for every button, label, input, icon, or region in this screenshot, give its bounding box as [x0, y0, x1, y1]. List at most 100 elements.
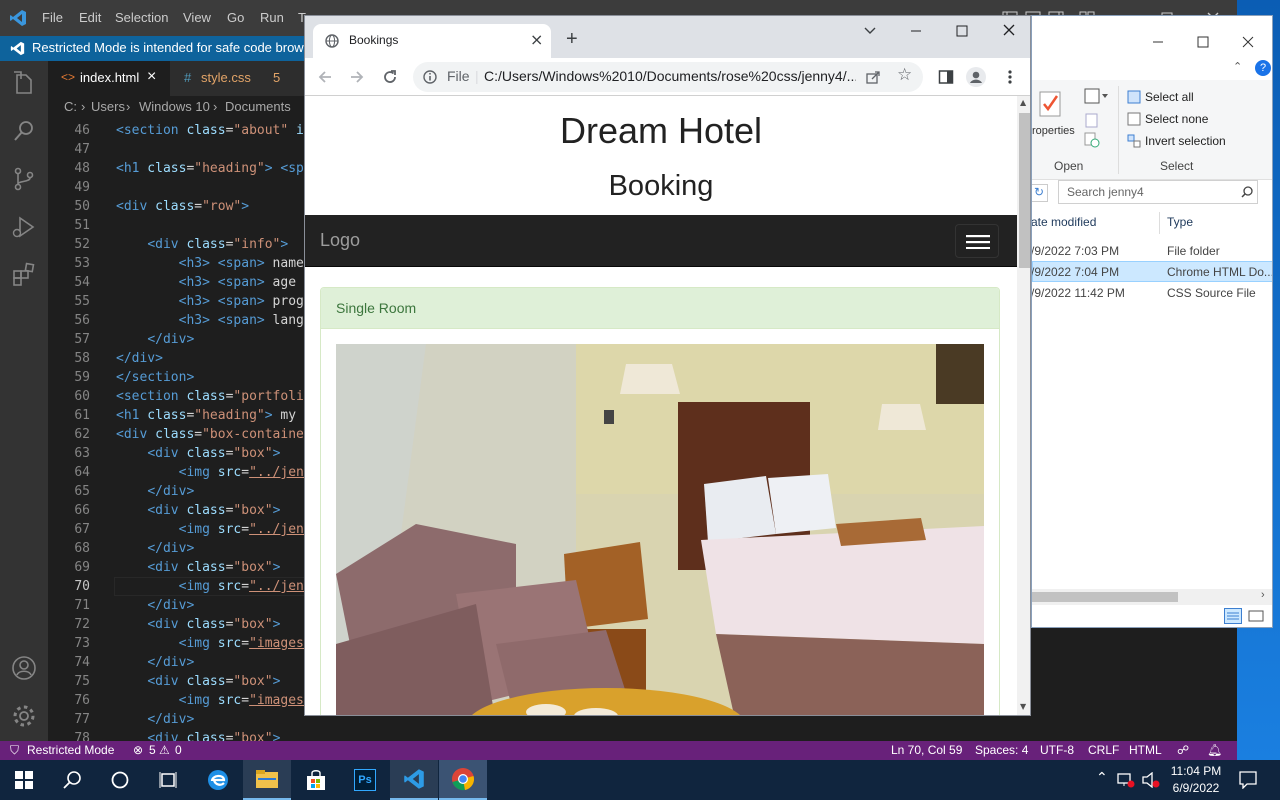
start-icon[interactable] — [0, 760, 48, 800]
navbar-toggle-button[interactable] — [955, 224, 999, 258]
clock-date[interactable]: 6/9/2022 — [1166, 781, 1226, 795]
tab-close-button[interactable]: × — [530, 30, 543, 49]
tab-style-css[interactable]: # style.css 5 — [170, 61, 310, 96]
menu-edit[interactable]: Edit — [79, 10, 101, 25]
open-icon[interactable] — [1084, 88, 1108, 106]
language-mode[interactable]: HTML — [1129, 743, 1162, 757]
menu-file[interactable]: File — [42, 10, 63, 25]
side-panel-icon[interactable] — [938, 69, 954, 85]
code-line[interactable]: <section class="portfolio — [116, 387, 312, 406]
code-line[interactable]: <div class="box"> — [116, 558, 280, 577]
profile-avatar-icon[interactable] — [966, 67, 986, 87]
code-line[interactable]: <img src="images/ — [116, 691, 312, 710]
properties-icon[interactable] — [1038, 90, 1062, 118]
chrome-icon[interactable] — [439, 760, 487, 800]
clock-time[interactable]: 11:04 PM — [1166, 764, 1226, 778]
show-hidden-icons[interactable]: ⌃ — [1096, 770, 1108, 786]
volume-muted-icon[interactable] — [1142, 772, 1160, 788]
code-line[interactable]: <h3> <span> age — [116, 273, 304, 292]
horizontal-scrollbar[interactable]: › — [1032, 589, 1272, 605]
refresh-icon[interactable]: ↻ — [1032, 184, 1048, 202]
code-line[interactable]: </section> — [116, 368, 194, 387]
close-icon[interactable] — [1242, 36, 1254, 48]
code-line[interactable]: <div class="box"> — [116, 501, 280, 520]
account-icon[interactable] — [11, 655, 37, 681]
maximize-icon[interactable] — [1197, 36, 1209, 48]
details-view-icon[interactable] — [1224, 608, 1242, 624]
file-explorer-icon[interactable] — [243, 760, 291, 800]
code-line[interactable]: <img src="../jenn — [116, 520, 312, 539]
settings-gear-icon[interactable] — [11, 703, 37, 729]
search-icon[interactable] — [48, 760, 96, 800]
select-all-icon[interactable] — [1127, 90, 1141, 104]
code-line[interactable]: <div class="box-container — [116, 425, 312, 444]
more-menu-icon[interactable] — [1007, 69, 1013, 85]
vscode-icon[interactable] — [390, 760, 438, 800]
restricted-mode-indicator[interactable]: Restricted Mode — [27, 743, 114, 757]
code-line[interactable]: <img src="../jenn — [116, 577, 312, 596]
code-line[interactable]: <div class="info"> — [116, 235, 288, 254]
menu-go[interactable]: Go — [227, 10, 244, 25]
network-icon[interactable] — [1117, 772, 1135, 788]
code-line[interactable]: <div class="row"> — [116, 197, 249, 216]
info-icon[interactable] — [423, 70, 437, 84]
menu-run[interactable]: Run — [260, 10, 284, 25]
new-tab-button[interactable]: + — [566, 28, 578, 51]
close-icon[interactable] — [1002, 23, 1016, 37]
search-icon[interactable] — [11, 118, 37, 144]
cursor-position[interactable]: Ln 70, Col 59 — [891, 743, 962, 757]
file-row[interactable]: /9/2022 11:42 PM CSS Source File — [1032, 282, 1272, 303]
code-line[interactable]: <section class="about" id — [116, 121, 312, 140]
column-date-modified[interactable]: ate modified — [1032, 215, 1096, 229]
invert-selection-button[interactable]: Invert selection — [1145, 134, 1226, 148]
help-icon[interactable]: ? — [1255, 60, 1271, 76]
page-scrollbar[interactable]: ▲ ▼ — [1017, 96, 1030, 715]
breadcrumb-item[interactable]: Users — [91, 99, 125, 114]
invert-selection-icon[interactable] — [1127, 134, 1141, 148]
indentation[interactable]: Spaces: 4 — [975, 743, 1028, 757]
scroll-up-icon[interactable]: ▲ — [1020, 98, 1026, 107]
scrollbar-thumb[interactable] — [1019, 113, 1030, 268]
properties-label[interactable]: roperties — [1032, 125, 1075, 137]
select-none-button[interactable]: Select none — [1145, 112, 1208, 126]
history-icon[interactable] — [1084, 132, 1100, 148]
run-debug-icon[interactable] — [11, 214, 37, 240]
code-line[interactable]: <h3> <span> progr — [116, 292, 312, 311]
feedback-icon[interactable]: ☍ — [1177, 743, 1189, 757]
notifications-bell-icon[interactable]: 🔔︎ — [1207, 743, 1222, 757]
scroll-right-icon[interactable]: › — [1261, 589, 1265, 601]
address-bar[interactable]: File | C:/Users/Windows%2010/Documents/r… — [413, 62, 923, 92]
collapse-ribbon-icon[interactable]: ⌃ — [1233, 60, 1242, 73]
action-center-icon[interactable] — [1239, 771, 1257, 789]
code-line[interactable]: </div> — [116, 482, 194, 501]
code-line[interactable]: <img src="../jenn — [116, 463, 312, 482]
breadcrumb-item[interactable]: C: — [64, 99, 77, 114]
code-line[interactable]: </div> — [116, 596, 194, 615]
edit-icon[interactable] — [1084, 112, 1100, 128]
tab-index-html[interactable]: <> index.html × — [48, 61, 170, 96]
code-line[interactable]: <h1 class="heading"> my — [116, 406, 304, 425]
code-line[interactable]: </div> — [116, 653, 194, 672]
maximize-icon[interactable] — [955, 24, 969, 38]
large-icons-view-icon[interactable] — [1248, 608, 1264, 624]
store-icon[interactable] — [292, 760, 340, 800]
forward-icon[interactable] — [349, 69, 365, 85]
browser-tab[interactable]: Bookings × — [313, 24, 551, 58]
select-all-button[interactable]: Select all — [1145, 90, 1194, 104]
tab-close-button[interactable]: × — [147, 68, 156, 86]
explorer-icon[interactable] — [11, 71, 37, 97]
extensions-icon[interactable] — [11, 262, 37, 288]
photoshop-icon[interactable]: Ps — [341, 760, 389, 800]
column-type[interactable]: Type — [1167, 215, 1193, 229]
code-line[interactable]: <h3> <span> langu — [116, 311, 312, 330]
warning-count[interactable]: 0 — [175, 743, 182, 757]
minimize-icon[interactable] — [909, 24, 923, 38]
minimize-icon[interactable] — [1152, 36, 1164, 48]
file-row[interactable]: /9/2022 7:03 PM File folder — [1032, 240, 1272, 261]
share-icon[interactable] — [866, 70, 880, 84]
cortana-icon[interactable] — [96, 760, 144, 800]
encoding[interactable]: UTF-8 — [1040, 743, 1074, 757]
code-line[interactable]: <h3> <span> name — [116, 254, 304, 273]
line-ending[interactable]: CRLF — [1088, 743, 1119, 757]
navbar-brand[interactable]: Logo — [320, 230, 360, 251]
